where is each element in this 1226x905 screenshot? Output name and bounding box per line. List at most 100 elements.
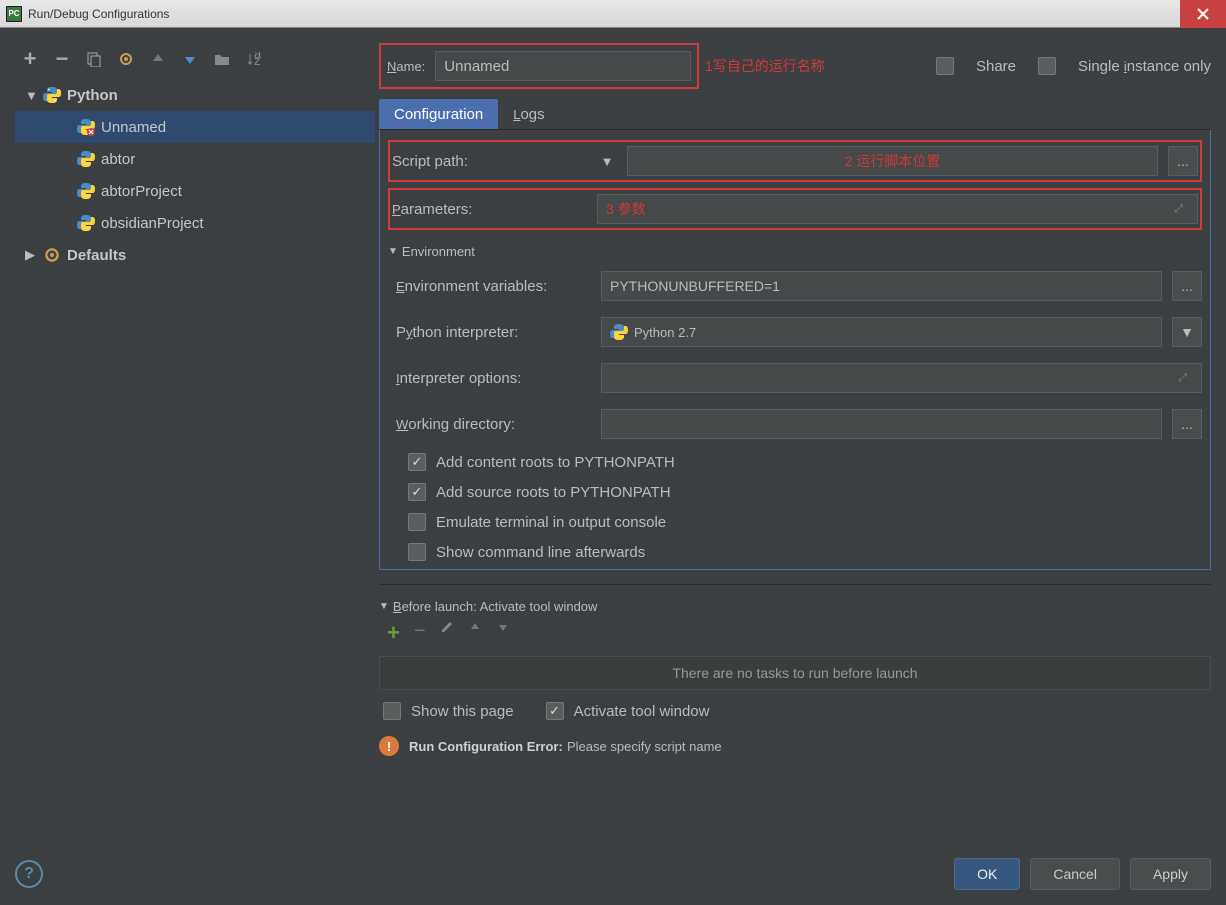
help-button[interactable]: ?	[15, 860, 43, 888]
interpreter-dropdown[interactable]: ▼	[1172, 317, 1202, 347]
script-path-label: Script path:	[392, 153, 587, 170]
remove-icon[interactable]: −	[53, 50, 71, 68]
interpreter-options-input[interactable]: ⤢	[601, 363, 1202, 393]
single-instance-checkbox[interactable]	[1038, 57, 1056, 75]
expand-icon[interactable]: ⤢	[1174, 203, 1189, 216]
config-panel: Script path: ▼ 2 运行脚本位置 ... Parameters: …	[379, 130, 1211, 570]
parameters-input[interactable]: 3 参数 ⤢	[597, 194, 1198, 224]
tree-node-python[interactable]: ▼ Python	[15, 79, 375, 111]
script-path-input[interactable]: 2 运行脚本位置	[627, 146, 1158, 176]
parameters-group: Parameters: 3 参数 ⤢	[388, 188, 1202, 230]
svg-text:z: z	[254, 53, 261, 66]
show-cmdline-label: Show command line afterwards	[436, 544, 645, 561]
task-down-icon[interactable]	[496, 620, 510, 646]
before-launch-header[interactable]: ▼Before launch: Activate tool window	[379, 599, 1211, 614]
error-text: Run Configuration Error: Please specify …	[409, 738, 722, 755]
tree-item-unnamed[interactable]: Unnamed	[15, 111, 375, 143]
show-page-checkbox[interactable]	[383, 702, 401, 720]
before-launch-label: Before launch: Activate tool window	[393, 599, 598, 614]
close-button[interactable]	[1180, 0, 1226, 28]
dropdown-icon[interactable]: ▼	[597, 154, 617, 169]
python-icon	[77, 182, 95, 200]
tree-label: Python	[67, 87, 118, 104]
annotation-1: 1写自己的运行名称	[705, 56, 825, 76]
content-roots-checkbox[interactable]	[408, 453, 426, 471]
copy-icon[interactable]	[85, 50, 103, 68]
python-icon	[610, 323, 628, 341]
show-cmdline-checkbox[interactable]	[408, 543, 426, 561]
python-icon	[43, 86, 61, 104]
share-checkbox[interactable]	[936, 57, 954, 75]
emulate-terminal-checkbox[interactable]	[408, 513, 426, 531]
name-input[interactable]	[435, 51, 691, 81]
title-bar: PC Run/Debug Configurations	[0, 0, 1226, 28]
right-panel: Name: 1写自己的运行名称 Share Single instance on…	[375, 43, 1211, 835]
activate-window-checkbox[interactable]	[546, 702, 564, 720]
tab-configuration[interactable]: Configuration	[379, 99, 498, 129]
section-label: Environment	[402, 244, 475, 259]
move-down-icon[interactable]	[181, 50, 199, 68]
working-dir-label: Working directory:	[396, 416, 591, 433]
python-icon	[77, 214, 95, 232]
tree-label: obsidianProject	[101, 215, 204, 232]
interpreter-options-label: Interpreter options:	[396, 370, 591, 387]
annotation-2: 2 运行脚本位置	[845, 151, 941, 171]
ok-button[interactable]: OK	[954, 858, 1020, 890]
sort-icon[interactable]: az	[245, 50, 263, 68]
add-task-icon[interactable]: +	[387, 620, 400, 646]
tabs: Configuration Logs	[379, 99, 1211, 130]
error-row: ! Run Configuration Error: Please specif…	[379, 736, 1211, 756]
edit-task-icon[interactable]	[440, 620, 454, 646]
activate-window-label: Activate tool window	[574, 703, 710, 720]
tree-node-defaults[interactable]: ▶ Defaults	[15, 239, 375, 271]
cancel-button[interactable]: Cancel	[1030, 858, 1120, 890]
env-vars-label: Environment variables:	[396, 278, 591, 295]
expand-icon[interactable]: ⤢	[1178, 372, 1193, 385]
parameters-label: Parameters:	[392, 201, 587, 218]
tree-label: Defaults	[67, 247, 126, 264]
single-instance-label: Single instance only	[1078, 58, 1211, 75]
tab-logs[interactable]: Logs	[498, 99, 559, 129]
python-icon	[77, 118, 95, 136]
expand-icon: ▼	[25, 88, 37, 103]
settings-icon[interactable]	[117, 50, 135, 68]
tasks-empty-message: There are no tasks to run before launch	[379, 656, 1211, 690]
env-browse-button[interactable]: ...	[1172, 271, 1202, 301]
browse-button[interactable]: ...	[1168, 146, 1198, 176]
tree-item-abtor[interactable]: abtor	[15, 143, 375, 175]
python-icon	[77, 150, 95, 168]
source-roots-checkbox[interactable]	[408, 483, 426, 501]
show-page-label: Show this page	[411, 703, 514, 720]
gear-icon	[43, 246, 61, 264]
tree-label: abtor	[101, 151, 135, 168]
expand-icon: ▶	[25, 247, 37, 263]
error-icon: !	[379, 736, 399, 756]
environment-header[interactable]: ▼Environment	[388, 244, 1202, 259]
env-vars-input[interactable]: PYTHONUNBUFFERED=1	[601, 271, 1162, 301]
task-up-icon[interactable]	[468, 620, 482, 646]
annotation-3: 3 参数	[606, 199, 646, 219]
apply-button[interactable]: Apply	[1130, 858, 1211, 890]
emulate-terminal-label: Emulate terminal in output console	[436, 514, 666, 531]
add-icon[interactable]: +	[21, 50, 39, 68]
before-launch-section: ▼Before launch: Activate tool window + −…	[379, 584, 1211, 720]
script-path-group: Script path: ▼ 2 运行脚本位置 ...	[388, 140, 1202, 182]
content-roots-label: Add content roots to PYTHONPATH	[436, 454, 675, 471]
source-roots-label: Add source roots to PYTHONPATH	[436, 484, 671, 501]
share-label: Share	[976, 58, 1016, 75]
tree-label: abtorProject	[101, 183, 182, 200]
working-dir-input[interactable]	[601, 409, 1162, 439]
name-field-group: Name:	[379, 43, 699, 89]
interpreter-label: Python interpreter:	[396, 324, 591, 341]
tree-label: Unnamed	[101, 119, 166, 136]
working-dir-browse[interactable]: ...	[1172, 409, 1202, 439]
folder-icon[interactable]	[213, 50, 231, 68]
window-title: Run/Debug Configurations	[28, 7, 169, 21]
tree-item-abtorproject[interactable]: abtorProject	[15, 175, 375, 207]
move-up-icon[interactable]	[149, 50, 167, 68]
tree-item-obsidianproject[interactable]: obsidianProject	[15, 207, 375, 239]
remove-task-icon[interactable]: −	[414, 620, 426, 646]
interpreter-value: Python 2.7	[634, 325, 696, 340]
interpreter-select[interactable]: Python 2.7	[601, 317, 1162, 347]
tree-toolbar: + − az	[15, 43, 375, 75]
